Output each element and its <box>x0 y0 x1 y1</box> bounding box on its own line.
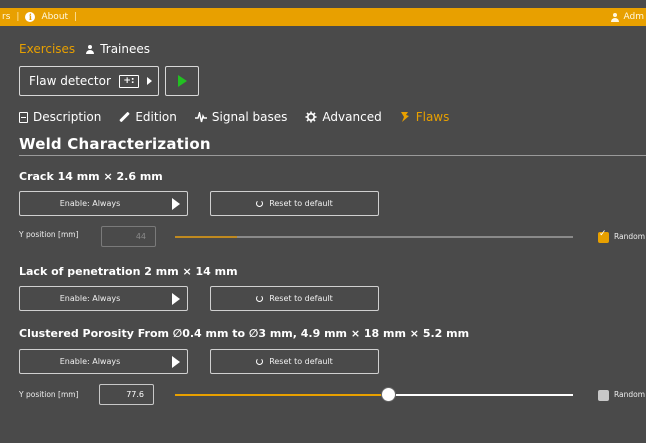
user-menu[interactable]: Adm <box>611 8 644 26</box>
refresh-icon <box>256 200 264 207</box>
random-label: Random <box>614 232 646 241</box>
tab-trainees[interactable]: Trainees <box>85 42 150 56</box>
nav-item-partial[interactable]: rs <box>2 12 10 22</box>
tab-description-label: Description <box>33 110 102 124</box>
random-checkbox[interactable] <box>598 229 609 243</box>
info-icon[interactable]: i <box>25 12 36 22</box>
tab-advanced-label: Advanced <box>322 110 382 124</box>
pencil-icon <box>119 112 130 123</box>
run-button[interactable] <box>165 66 199 96</box>
tab-exercises[interactable]: Exercises <box>19 42 75 56</box>
tab-description[interactable]: Description <box>19 110 101 124</box>
tab-edition-label: Edition <box>135 110 177 124</box>
y-position-slider[interactable] <box>175 236 573 238</box>
flaw-detector-label: Flaw detector <box>29 74 111 88</box>
slider-fill <box>175 394 388 396</box>
enable-button[interactable]: Enable: Always <box>19 286 188 311</box>
reset-button-label: Reset to default <box>269 357 333 366</box>
enable-button[interactable]: Enable: Always <box>19 191 188 216</box>
flaw-icon <box>400 111 411 123</box>
clipboard-icon <box>19 111 28 123</box>
sub-tabs: Description Edition Signal bases Advance… <box>19 108 467 126</box>
app-window: rs | i About | Adm Exercises Trainees Fl… <box>0 0 646 443</box>
play-icon <box>172 198 180 210</box>
page-title: Weld Characterization <box>19 135 211 153</box>
slider-thumb[interactable] <box>381 387 396 402</box>
flaw-title: Lack of penetration 2 mm × 14 mm <box>19 265 238 278</box>
reset-button-label: Reset to default <box>269 294 333 303</box>
y-position-label: Y position [mm] <box>19 390 79 399</box>
top-bar: rs | i About | Adm <box>0 8 646 26</box>
flaw-detector-select[interactable]: Flaw detector +: <box>19 66 159 96</box>
y-position-slider[interactable] <box>175 394 573 396</box>
tab-flaws-label: Flaws <box>415 110 450 124</box>
user-icon <box>611 12 620 22</box>
flaw-detector-icon: +: <box>118 74 139 88</box>
about-link[interactable]: About <box>41 12 68 22</box>
play-icon <box>172 293 180 305</box>
nav-separator: | <box>16 12 20 22</box>
random-checkbox[interactable] <box>598 390 609 401</box>
flaw-title: Clustered Porosity From ∅0.4 mm to ∅3 mm… <box>19 327 470 340</box>
flaw-title: Crack 14 mm × 2.6 mm <box>19 170 163 183</box>
main-tabs: Exercises Trainees <box>19 40 150 58</box>
refresh-icon <box>256 295 264 302</box>
reset-button[interactable]: Reset to default <box>210 349 379 374</box>
top-nav: rs | i About | <box>2 8 77 26</box>
enable-button[interactable]: Enable: Always <box>19 349 188 374</box>
y-position-label: Y position [mm] <box>19 230 79 239</box>
play-icon <box>172 356 180 368</box>
gear-icon <box>305 111 317 123</box>
tab-flaws[interactable]: Flaws <box>400 110 450 124</box>
reset-button-label: Reset to default <box>269 199 333 208</box>
random-label: Random <box>614 390 646 399</box>
user-label[interactable]: Adm <box>624 12 644 22</box>
enable-button-label: Enable: Always <box>59 294 121 303</box>
person-icon <box>85 44 94 54</box>
y-position-input[interactable]: 44 <box>101 226 156 247</box>
tab-edition[interactable]: Edition <box>119 110 177 124</box>
y-position-input[interactable]: 77.6 <box>99 384 154 405</box>
tab-trainees-label: Trainees <box>100 42 150 56</box>
reset-button[interactable]: Reset to default <box>210 191 379 216</box>
tab-signal-bases-label: Signal bases <box>211 110 288 124</box>
divider <box>19 155 646 156</box>
tab-advanced[interactable]: Advanced <box>305 110 382 124</box>
tab-signal-bases[interactable]: Signal bases <box>194 110 288 124</box>
enable-button-label: Enable: Always <box>59 199 121 208</box>
play-icon <box>177 75 187 87</box>
refresh-icon <box>256 358 264 365</box>
enable-button-label: Enable: Always <box>59 357 121 366</box>
caret-right-icon <box>146 77 152 85</box>
slider-fill <box>175 236 237 238</box>
nav-separator: | <box>74 12 78 22</box>
reset-button[interactable]: Reset to default <box>210 286 379 311</box>
signal-icon <box>194 111 207 123</box>
